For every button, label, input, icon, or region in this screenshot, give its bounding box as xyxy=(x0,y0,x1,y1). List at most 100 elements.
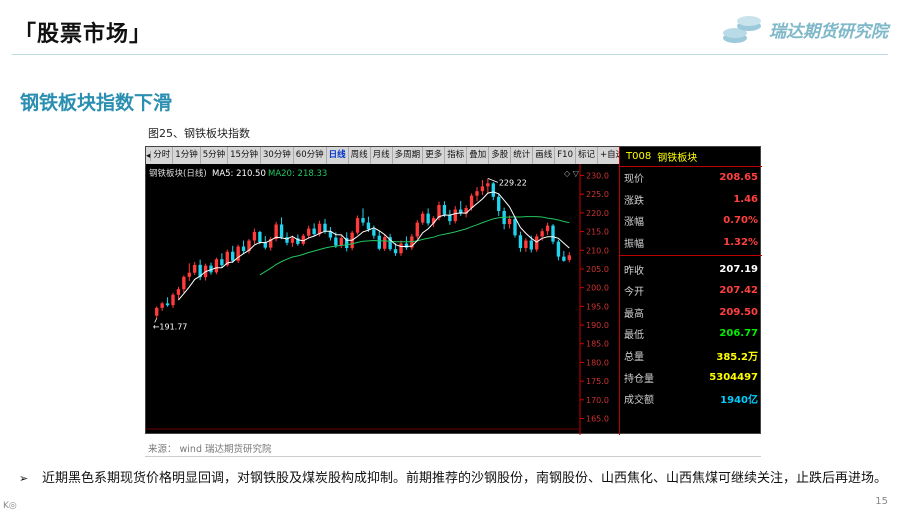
candlestick-chart: 钢铁板块(日线) MA5: 210.50 MA20: 218.33 ◇ ▽ 165.0 1… xyxy=(146,164,619,435)
candle-body xyxy=(220,259,224,266)
candle-body xyxy=(545,225,550,232)
price-tick-label: 210.0 xyxy=(586,246,609,255)
candle-body xyxy=(497,196,501,211)
quote-label: 最高 xyxy=(624,308,644,320)
candle-body xyxy=(399,243,403,254)
quote-value: 1940亿 xyxy=(720,395,758,407)
candle-body xyxy=(252,231,257,241)
quote-label: 振幅 xyxy=(624,239,644,251)
toolbar-item[interactable]: 多周期 xyxy=(393,147,424,164)
quote-label: 持仓量 xyxy=(624,373,654,385)
toolbar-item[interactable]: 30分钟 xyxy=(261,147,294,164)
quote-value: 207.42 xyxy=(719,285,758,297)
toolbar-item[interactable]: 15分钟 xyxy=(228,147,261,164)
candle-body xyxy=(165,303,170,306)
candle-body xyxy=(214,259,219,273)
brand-name: 瑞达期货研究院 xyxy=(769,21,888,42)
toolbar-item[interactable]: 标记 xyxy=(576,147,599,164)
quote-label: 最低 xyxy=(624,330,644,342)
candle-body xyxy=(171,294,175,306)
price-tick-label: 165.0 xyxy=(586,415,609,424)
price-tick-label: 175.0 xyxy=(586,377,609,386)
candle-body xyxy=(393,249,398,254)
stock-terminal-screenshot: ◂ 分时 1分钟 5分钟 15分钟 30分钟 60分钟 日线 周线 月线 多周期 更多 指标 叠加 多股 统计… xyxy=(145,146,762,435)
index-code: T008 xyxy=(626,151,652,162)
toolbar-item[interactable]: 指标 xyxy=(445,147,468,164)
quote-rows-bottom: 昨收 207.19 今开 207.42 最高 209.50 最低 206.77 总量 385.2万… xyxy=(620,258,762,409)
candle-body xyxy=(551,225,555,242)
high-annotation-label: 229.22 xyxy=(499,178,527,187)
quote-rows-top: 现价 208.65 涨跌 1.46 涨幅 0.70% 振幅 1.32% xyxy=(620,167,762,253)
quote-row: 总量 385.2万 xyxy=(620,345,762,367)
price-tick-label: 200.0 xyxy=(586,284,609,293)
quote-row: 现价 208.65 xyxy=(620,167,762,189)
price-tick-label: 185.0 xyxy=(586,340,609,349)
quote-value: 385.2万 xyxy=(716,352,758,364)
toolbar-item[interactable]: 1分钟 xyxy=(173,147,201,164)
quote-value: 206.77 xyxy=(719,328,758,340)
candle-body xyxy=(404,243,409,248)
candle-body xyxy=(480,186,485,192)
quote-row: 昨收 207.19 xyxy=(620,258,762,280)
quote-row: 振幅 1.32% xyxy=(620,232,762,254)
quote-row: 今开 207.42 xyxy=(620,280,762,302)
candle-body xyxy=(290,238,295,243)
candle-body xyxy=(383,237,387,249)
quote-label: 今开 xyxy=(624,287,644,299)
bullet-text: 近期黑色系期现货价格明显回调，对钢铁股及煤炭股构成抑制。前期推荐的沙钢股份，南钢… xyxy=(42,471,888,486)
candle-body xyxy=(475,191,479,196)
candle-body xyxy=(377,235,381,249)
candle-body xyxy=(518,235,523,249)
toolbar-item[interactable]: 画线 xyxy=(533,147,556,164)
toolbar-item[interactable]: 叠加 xyxy=(467,147,490,164)
quote-value: 1.32% xyxy=(723,237,758,249)
quote-label: 成交额 xyxy=(624,395,654,407)
toolbar-item[interactable]: 分时 xyxy=(151,147,174,164)
quote-value: 5304497 xyxy=(709,371,758,383)
bullet-paragraph: ➢ 近期黑色系期现货价格明显回调，对钢铁股及煤炭股构成抑制。前期推荐的沙钢股份，… xyxy=(19,468,890,490)
toolbar-item[interactable]: 多股 xyxy=(489,147,512,164)
candle-body xyxy=(524,240,528,249)
quote-value: 207.19 xyxy=(719,263,758,275)
candle-body xyxy=(193,264,197,273)
quote-row: 成交额 1940亿 xyxy=(620,388,762,410)
candle-body xyxy=(182,276,186,290)
candle-body xyxy=(426,213,430,224)
toolbar-item[interactable]: 周线 xyxy=(349,147,371,164)
quote-label: 昨收 xyxy=(624,265,644,277)
toolbar-item[interactable]: 统计 xyxy=(511,147,534,164)
candle-body xyxy=(453,209,457,222)
toolbar-item[interactable]: F10 xyxy=(555,147,576,164)
candle-body xyxy=(540,231,544,237)
toolbar-item[interactable]: +自选 xyxy=(598,147,619,164)
candle-body xyxy=(535,236,539,250)
candle-body xyxy=(176,289,181,295)
candle-body xyxy=(334,237,338,246)
candle-body xyxy=(442,205,447,215)
candle-body xyxy=(469,195,474,209)
price-tick-label: 215.0 xyxy=(586,228,609,237)
ma5-line xyxy=(178,191,570,301)
section-heading: 钢铁板块指数下滑 xyxy=(20,92,173,114)
price-tick-label: 225.0 xyxy=(586,190,609,199)
bullet-arrow-icon: ➢ xyxy=(19,472,29,485)
price-tick-label: 230.0 xyxy=(586,171,609,180)
toolbar-item[interactable]: 5分钟 xyxy=(201,147,229,164)
chart-settings-icon: ◇ ▽ xyxy=(564,169,580,178)
toolbar-item[interactable]: 日线 xyxy=(327,147,349,164)
candle-body xyxy=(307,228,311,236)
candle-body xyxy=(241,246,246,252)
slide-title: 「股票市场」 xyxy=(14,22,153,47)
toolbar-item[interactable]: 月线 xyxy=(371,147,393,164)
candle-body xyxy=(361,218,365,223)
candle-body xyxy=(279,224,284,238)
quote-value: 209.50 xyxy=(719,306,758,318)
candle-body xyxy=(448,214,452,222)
quote-row: 涨幅 0.70% xyxy=(620,210,762,232)
coin-stack-icon xyxy=(723,16,761,43)
corner-badge: K◎ xyxy=(3,501,17,511)
quote-divider xyxy=(620,255,762,257)
toolbar-item[interactable]: 更多 xyxy=(423,147,446,164)
toolbar-item[interactable]: 60分钟 xyxy=(294,147,327,164)
candle-body xyxy=(355,218,360,233)
